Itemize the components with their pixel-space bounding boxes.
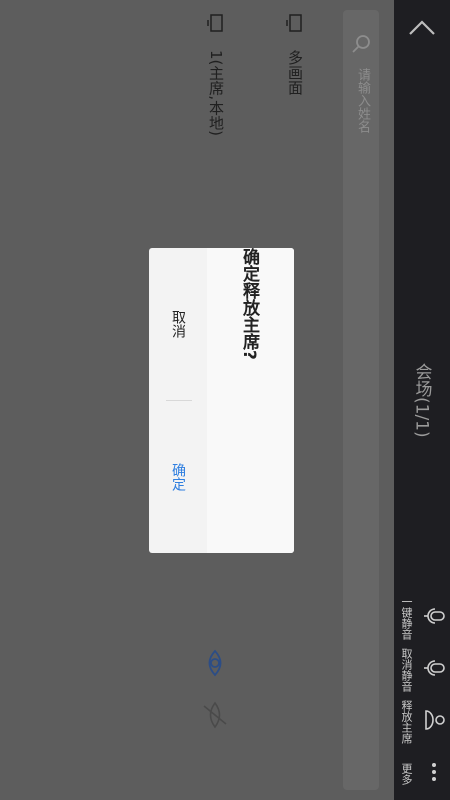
search-field[interactable]: 请输入姓名 xyxy=(343,10,379,790)
eye-icon[interactable] xyxy=(200,648,230,678)
participant-name: 多画面 xyxy=(286,50,304,95)
action-label: 释放主席 xyxy=(400,700,413,744)
unmute-all-button[interactable]: 取消静音 xyxy=(394,644,450,696)
participant-row[interactable]: 多画面 xyxy=(275,12,315,122)
mic-icon xyxy=(424,608,445,624)
mic-unmute-icon xyxy=(424,660,445,676)
page-title: 会场(1/1) xyxy=(411,362,432,438)
eye-hidden-icon[interactable] xyxy=(198,700,232,730)
confirm-button[interactable]: 确定 xyxy=(163,401,193,553)
confirm-dialog: 确定释放主席? 取消 确定 xyxy=(149,248,294,553)
participant-row[interactable]: 1(主席,本地) xyxy=(196,12,236,152)
release-chair-button[interactable]: 释放主席 xyxy=(394,696,450,748)
back-chevron-icon[interactable] xyxy=(402,8,442,48)
cancel-button[interactable]: 取消 xyxy=(163,248,193,400)
mute-all-button[interactable]: 一键静音 xyxy=(394,592,450,644)
search-icon xyxy=(352,35,370,53)
action-label: 更多 xyxy=(400,763,413,785)
screen-icon xyxy=(207,14,223,32)
dialog-message-area: 确定释放主席? xyxy=(207,248,294,553)
dialog-message: 确定释放主席? xyxy=(239,248,259,360)
more-button[interactable]: 更多 xyxy=(394,748,450,800)
screen-icon xyxy=(286,14,302,32)
action-label: 取消静音 xyxy=(400,648,413,692)
chair-release-icon xyxy=(425,710,445,730)
search-placeholder: 请输入姓名 xyxy=(355,68,370,133)
participant-name: 1(主席,本地) xyxy=(207,50,225,137)
action-label: 一键静音 xyxy=(400,596,413,640)
action-toolbar: 一键静音 取消静音 释放主席 更多 xyxy=(394,592,450,800)
more-icon xyxy=(432,763,436,781)
